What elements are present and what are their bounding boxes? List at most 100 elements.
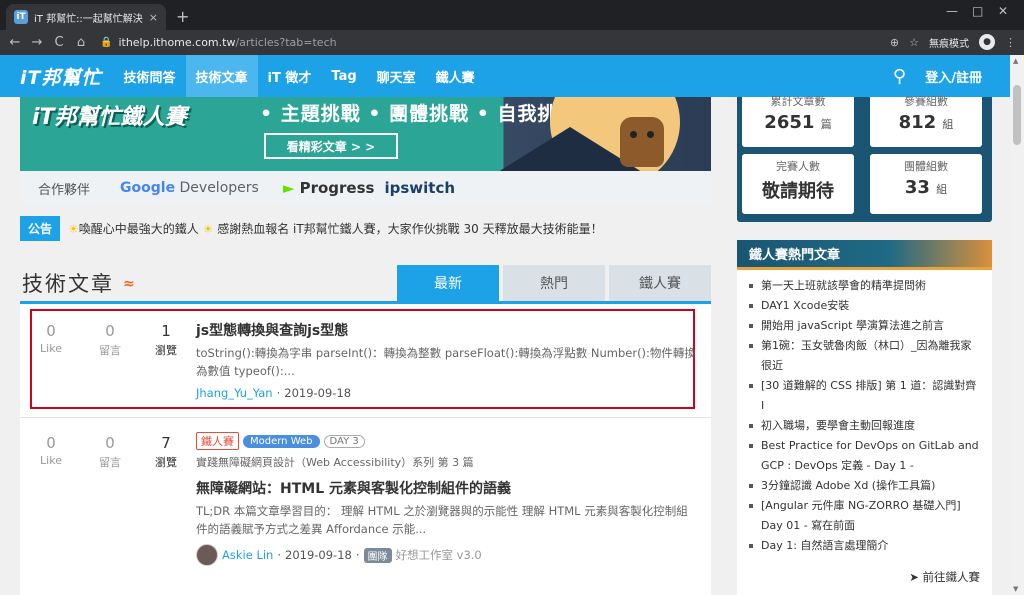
hot-articles-list: 第一天上班就該學會的精準提問術 DAY1 Xcode安裝 開始用 javaScr… bbox=[737, 270, 992, 556]
like-count: 0 bbox=[46, 322, 56, 340]
nav-ironman[interactable]: 鐵人賽 bbox=[426, 55, 485, 97]
home-icon[interactable]: ⌂ bbox=[70, 35, 92, 50]
more-ironman-link[interactable]: ➤ 前往鐵人賽 bbox=[909, 569, 980, 585]
ironman-stats-panel: 累計文章數 2651 篇 參賽組數 812 組 完賽人數 敬請期待 團體組數 3… bbox=[737, 95, 992, 222]
close-tab-icon[interactable]: × bbox=[149, 11, 158, 24]
stat-value: 33 組 bbox=[904, 177, 948, 198]
nav-tag[interactable]: Tag bbox=[321, 55, 366, 97]
minimize-icon[interactable]: — bbox=[946, 4, 958, 18]
stat-value: 敬請期待 bbox=[762, 181, 834, 202]
day-tag: DAY 3 bbox=[323, 434, 365, 448]
article-title-link[interactable]: js型態轉換與查詢js型態 bbox=[196, 323, 348, 339]
maximize-icon[interactable]: □ bbox=[972, 4, 983, 18]
scroll-thumb[interactable] bbox=[1013, 85, 1021, 145]
banner-cta-button[interactable]: 看精彩文章 > > bbox=[264, 133, 398, 159]
ironman-banner[interactable]: iT邦幫忙鐵人賽 • 主題挑戰 • 團體挑戰 • 自我挑戰 看精彩文章 > > … bbox=[20, 97, 711, 205]
partner-ipswitch[interactable]: ipswitch bbox=[384, 179, 455, 197]
stat-value: 812 組 bbox=[898, 112, 954, 133]
search-icon[interactable]: ⚲ bbox=[893, 66, 906, 87]
list-item[interactable]: 3分鐘認識 Adobe Xd (操作工具篇) bbox=[749, 476, 982, 496]
url-domain: ithelp.ithome.com.tw bbox=[118, 36, 236, 49]
article-list: 0 Like 0 留言 1 瀏覽 js型態轉換與查詢js型態 toString(… bbox=[20, 304, 711, 595]
view-count: 7 bbox=[161, 434, 171, 452]
browser-menu-icon[interactable]: ⋮ bbox=[1005, 36, 1016, 49]
nav-it-jobs[interactable]: iT 徵才 bbox=[258, 55, 322, 97]
partners-label: 合作夥伴 bbox=[38, 182, 91, 198]
site-header: iT邦幫忙 技術問答 技術文章 iT 徵才 Tag 聊天室 鐵人賽 ⚲ 登入/註… bbox=[0, 55, 1010, 97]
team-name-link[interactable]: 好想工作室 v3.0 bbox=[396, 547, 482, 563]
ironman-tag[interactable]: 鐵人賽 bbox=[196, 432, 239, 450]
author-link[interactable]: Askie Lin bbox=[222, 548, 273, 562]
forward-icon[interactable]: → bbox=[26, 35, 48, 50]
tab-ironman[interactable]: 鐵人賽 bbox=[609, 265, 711, 301]
page-scrollbar[interactable]: ▲ ▼ bbox=[1010, 55, 1024, 595]
site-logo[interactable]: iT邦幫忙 bbox=[20, 63, 101, 90]
article-tabs: 最新 熱門 鐵人賽 bbox=[397, 265, 711, 301]
new-tab-icon[interactable]: + bbox=[176, 7, 189, 26]
like-stat: 0 Like bbox=[20, 434, 82, 470]
author-link[interactable]: Jhang_Yu_Yan bbox=[196, 386, 273, 400]
page-title: 技術文章 bbox=[22, 272, 114, 296]
article-stats: 0 Like 0 留言 1 瀏覽 bbox=[20, 322, 194, 358]
bookmark-star-icon[interactable]: ☆ bbox=[909, 36, 919, 49]
announcement-bar: 公告 ☀喚醒心中最強大的鐵人 ☀ 感謝熱血報名 iT邦幫忙鐵人賽，大家作伙挑戰 … bbox=[20, 215, 603, 241]
circle-arrow-icon: ➤ bbox=[909, 570, 919, 584]
back-icon[interactable]: ← bbox=[4, 35, 26, 50]
view-stat: 1 瀏覽 bbox=[138, 322, 194, 358]
zoom-icon[interactable]: ⊕ bbox=[890, 36, 899, 49]
list-item: 0 Like 0 留言 7 瀏覽 鐵人賽 Modern Web DAY 3 實踐… bbox=[20, 418, 711, 595]
reload-icon[interactable]: C bbox=[48, 35, 70, 50]
team-badge: 團隊 bbox=[363, 547, 392, 563]
article-meta: Jhang_Yu_Yan · 2019-09-18 bbox=[196, 386, 352, 400]
window-close-icon[interactable]: ✕ bbox=[998, 4, 1008, 18]
list-item[interactable]: DAY1 Xcode安裝 bbox=[749, 296, 982, 316]
list-item[interactable]: 第1碗：玉女號魯肉飯（林口）_因為離我家很近 bbox=[749, 336, 982, 376]
nav-tech-articles[interactable]: 技術文章 bbox=[185, 55, 258, 97]
article-stats: 0 Like 0 留言 7 瀏覽 bbox=[20, 434, 194, 470]
article-date: 2019-09-18 bbox=[285, 548, 352, 562]
partner-google-developers[interactable]: Google Developers bbox=[120, 180, 259, 196]
article-date: 2019-09-18 bbox=[284, 386, 352, 400]
list-item[interactable]: 開始用 javaScript 學演算法進之前言 bbox=[749, 316, 982, 336]
scroll-up-icon[interactable]: ▲ bbox=[1013, 57, 1018, 65]
browser-address-bar: ← → C ⌂ 🔒 ithelp.ithome.com.tw/articles?… bbox=[0, 30, 1024, 55]
browser-tab[interactable]: iT iT 邦幫忙::一起幫忙解決難題，拯 × bbox=[6, 4, 166, 30]
partner-progress[interactable]: ► Progress bbox=[283, 179, 375, 197]
comment-label: 留言 bbox=[99, 344, 121, 357]
list-item[interactable]: Best Practice for DevOps on GitLab and G… bbox=[749, 436, 982, 476]
article-title-link[interactable]: 無障礙網站：HTML 元素與客製化控制組件的語義 bbox=[196, 478, 696, 498]
announcement-text[interactable]: ☀喚醒心中最強大的鐵人 ☀ 感謝熱血報名 iT邦幫忙鐵人賽，大家作伙挑戰 30 … bbox=[68, 220, 603, 237]
sun-icon: ☀ bbox=[198, 221, 214, 236]
scroll-down-icon[interactable]: ▼ bbox=[1013, 585, 1018, 593]
comment-count: 0 bbox=[105, 322, 115, 340]
article-snippet: TL;DR 本篇文章學習目的： 理解 HTML 之於瀏覽器與的示能性 理解 HT… bbox=[196, 504, 688, 536]
nav-tech-qa[interactable]: 技術問答 bbox=[113, 55, 185, 97]
rss-icon[interactable]: ≈ bbox=[123, 276, 135, 292]
list-item[interactable]: [30 道難解的 CSS 排版] 第 1 道：認識對齊 I bbox=[749, 376, 982, 416]
partners-strip: 合作夥伴 Google Developers ► Progress ipswit… bbox=[20, 171, 711, 205]
comment-count: 0 bbox=[105, 434, 115, 452]
address-bar-actions: ⊕ ☆ 無痕模式 ● ⋮ bbox=[890, 34, 1016, 50]
bear-mascot-illustration bbox=[620, 117, 664, 167]
lock-icon: 🔒 bbox=[100, 37, 113, 48]
topic-tag[interactable]: Modern Web bbox=[243, 434, 320, 448]
banner-artwork: iT邦幫忙鐵人賽 • 主題挑戰 • 團體挑戰 • 自我挑戰 看精彩文章 > > bbox=[20, 97, 711, 187]
banner-bullets: • 主題挑戰 • 團體挑戰 • 自我挑戰 bbox=[260, 103, 578, 125]
nav-chatroom[interactable]: 聊天室 bbox=[367, 55, 426, 97]
article-snippet: toString():轉換為字串 parseInt()：轉換為整數 parseF… bbox=[196, 346, 696, 378]
list-item[interactable]: 第一天上班就該學會的精準提問術 bbox=[749, 276, 982, 296]
list-item[interactable]: [Angular 元件庫 NG-ZORRO 基礎入門] Day 01 - 寫在前… bbox=[749, 496, 982, 536]
view-stat: 7 瀏覽 bbox=[138, 434, 194, 470]
like-stat: 0 Like bbox=[20, 322, 82, 358]
incognito-icon[interactable]: ● bbox=[979, 34, 995, 50]
tab-popular[interactable]: 熱門 bbox=[503, 265, 605, 301]
series-link[interactable]: 實踐無障礙網頁設計（Web Accessibility）系列 第 3 篇 bbox=[196, 454, 696, 470]
view-label: 瀏覽 bbox=[155, 344, 177, 357]
list-item[interactable]: 初入職場，要學會主動回報進度 bbox=[749, 416, 982, 436]
login-register-link[interactable]: 登入/註冊 bbox=[925, 67, 982, 86]
tab-latest[interactable]: 最新 bbox=[397, 265, 499, 301]
list-item[interactable]: Day 1: 自然語言處理簡介 bbox=[749, 536, 982, 556]
avatar[interactable] bbox=[196, 544, 218, 566]
stat-card-teams: 參賽組數 812 組 bbox=[870, 95, 982, 147]
url-field[interactable]: 🔒 ithelp.ithome.com.tw/articles?tab=tech bbox=[100, 33, 920, 52]
